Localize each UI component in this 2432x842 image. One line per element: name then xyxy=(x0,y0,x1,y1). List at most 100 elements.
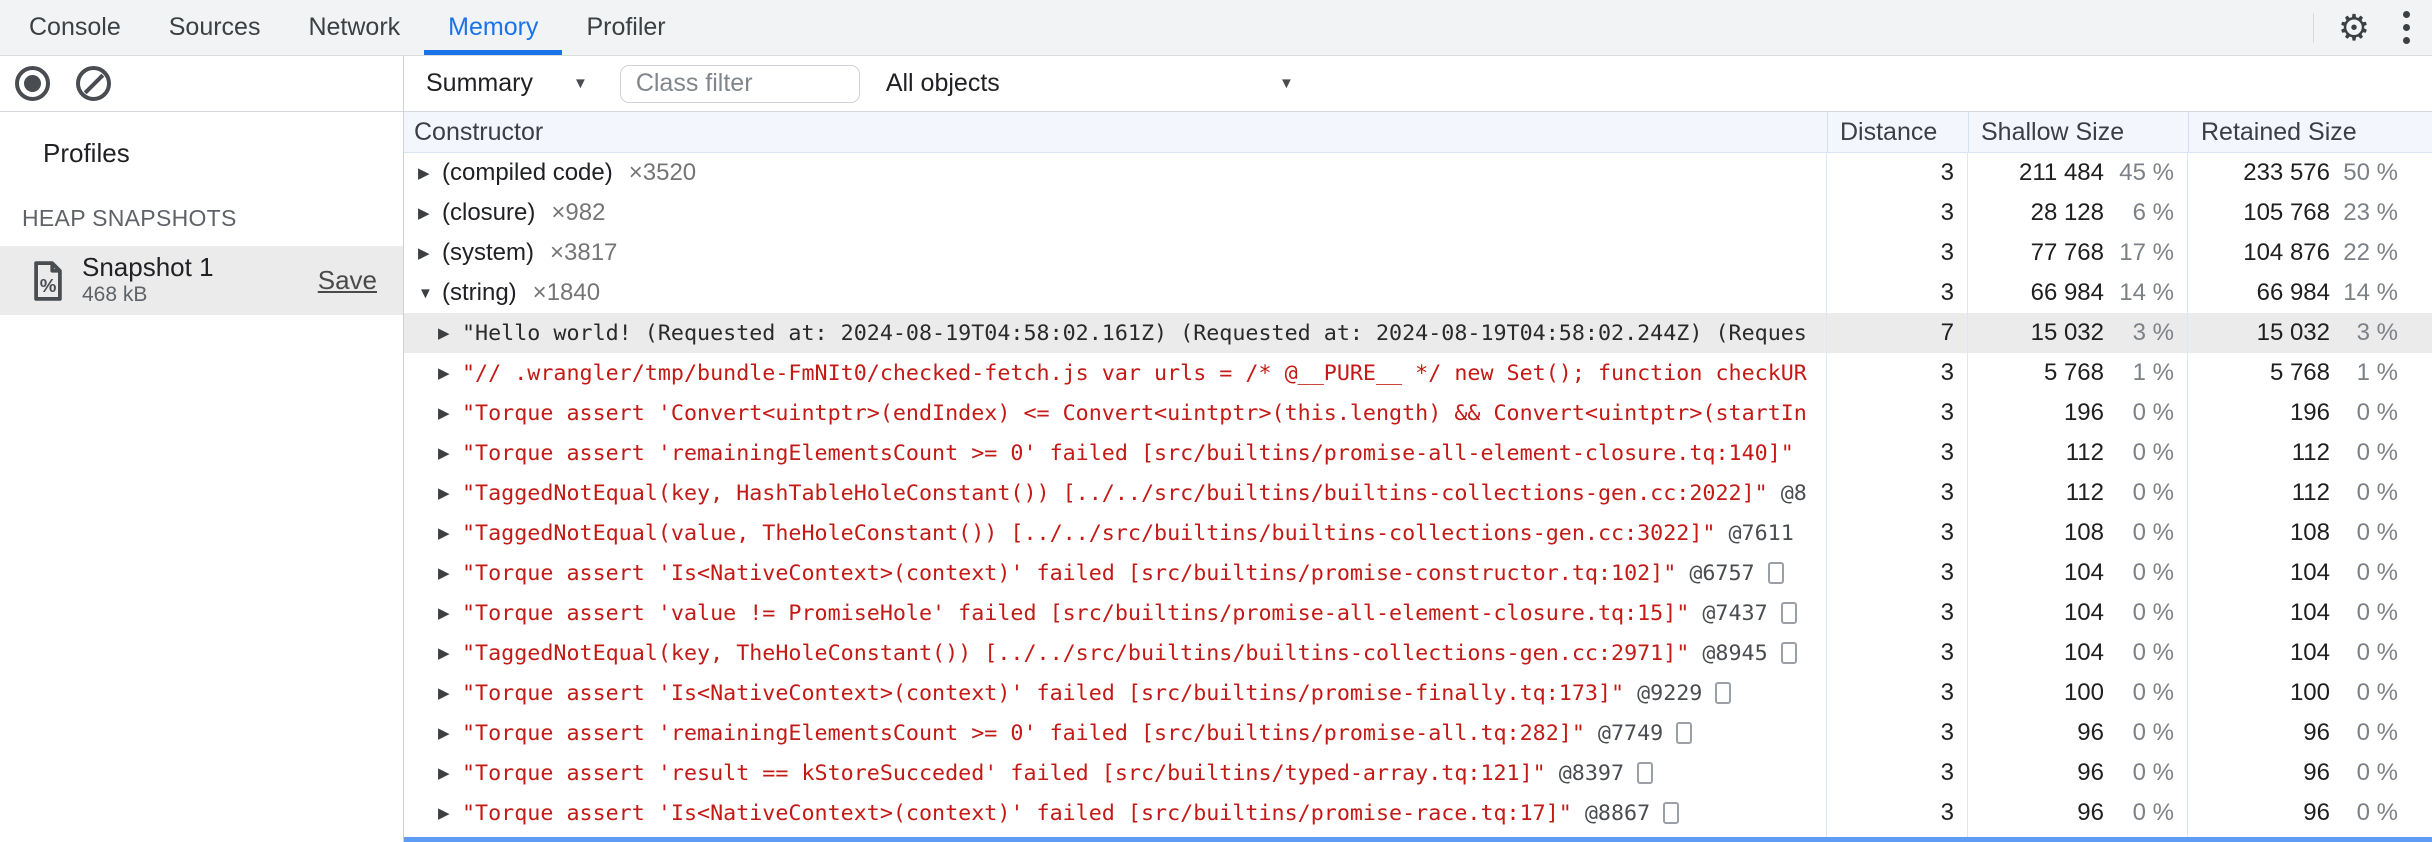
table-row[interactable]: ▶ "Torque assert 'remainingElementsCount… xyxy=(404,433,2432,473)
string-value: "TaggedNotEqual(key, HashTableHoleConsta… xyxy=(462,480,1768,506)
table-row[interactable]: ▶ (compiled code) ×3520 3 211 484 45 % 2… xyxy=(404,153,2432,193)
main-row: Profiles HEAP SNAPSHOTS % Snapshot 1 468… xyxy=(0,56,2432,842)
shallow-size-percent: 3 % xyxy=(2132,319,2174,346)
table-row[interactable]: ▶ "Hello world! (Requested at: 2024-08-1… xyxy=(404,313,2432,353)
distance-value: 3 xyxy=(1940,239,1954,266)
snapshot-title: Snapshot 1 xyxy=(82,252,214,283)
retained-size-percent: 0 % xyxy=(2356,679,2398,706)
shallow-size-cell: 77 768 17 % xyxy=(1968,233,2188,273)
table-row[interactable]: ▶ "TaggedNotEqual(key, TheHoleConstant()… xyxy=(404,633,2432,673)
expand-arrow-icon[interactable]: ▶ xyxy=(438,444,462,462)
shallow-size-percent: 0 % xyxy=(2132,559,2174,586)
constructor-cell: ▶ "Hello world! (Requested at: 2024-08-1… xyxy=(404,313,1827,353)
perspective-select-value: Summary xyxy=(426,69,533,97)
tab-profiler[interactable]: Profiler xyxy=(562,0,689,55)
object-box-icon xyxy=(1676,722,1693,744)
retained-size-value: 15 032 xyxy=(2256,319,2330,346)
table-row[interactable]: ▶ "TaggedNotEqual(value, TheHoleConstant… xyxy=(404,513,2432,553)
clear-profiles-icon[interactable] xyxy=(76,66,111,101)
instance-count: ×1840 xyxy=(532,279,601,306)
shallow-size-percent: 0 % xyxy=(2132,519,2174,546)
distance-cell: 3 xyxy=(1827,753,1968,793)
expand-arrow-icon[interactable]: ▶ xyxy=(438,484,462,502)
distance-cell: 3 xyxy=(1827,233,1968,273)
save-snapshot-link[interactable]: Save xyxy=(318,265,377,296)
retained-size-cell: 96 0 % xyxy=(2188,713,2432,753)
expand-arrow-icon[interactable]: ▼ xyxy=(418,285,442,302)
table-row[interactable]: ▶ "Torque assert 'Is<NativeContext>(cont… xyxy=(404,553,2432,593)
snapshot-item[interactable]: % Snapshot 1 468 kB Save xyxy=(0,246,403,315)
more-options-button[interactable] xyxy=(2380,0,2432,55)
expand-arrow-icon[interactable]: ▶ xyxy=(438,324,462,342)
object-id: @8 xyxy=(1780,480,1807,506)
column-header-shallow-size[interactable]: Shallow Size xyxy=(1968,112,2188,152)
retained-size-value: 104 xyxy=(2289,559,2330,586)
column-header-distance[interactable]: Distance xyxy=(1827,112,1968,152)
tab-network[interactable]: Network xyxy=(284,0,424,55)
expand-arrow-icon[interactable]: ▶ xyxy=(438,524,462,542)
tab-sources[interactable]: Sources xyxy=(145,0,285,55)
string-value: "Torque assert 'Is<NativeContext>(contex… xyxy=(462,680,1625,706)
retained-size-value: 104 xyxy=(2289,599,2330,626)
expand-arrow-icon[interactable]: ▶ xyxy=(438,724,462,742)
distance-cell: 3 xyxy=(1827,633,1968,673)
retained-size-percent: 14 % xyxy=(2343,279,2398,306)
expand-arrow-icon[interactable]: ▶ xyxy=(418,244,442,262)
class-filter-input[interactable] xyxy=(619,64,860,103)
constructor-cell: ▶ "Torque assert 'remainingElementsCount… xyxy=(404,433,1827,473)
shallow-size-percent: 0 % xyxy=(2132,439,2174,466)
shallow-size-value: 96 xyxy=(2077,719,2104,746)
perspective-select[interactable]: Summary ▼ xyxy=(426,69,588,98)
record-heap-snapshot-icon[interactable] xyxy=(15,66,50,101)
table-row[interactable]: ▶ "Torque assert 'remainingElementsCount… xyxy=(404,713,2432,753)
table-row[interactable]: ▼ (string) ×1840 3 66 984 14 % 66 984 14… xyxy=(404,273,2432,313)
objects-filter-select[interactable]: All objects ▼ xyxy=(886,69,1294,98)
table-row[interactable]: ▶ "// .wrangler/tmp/bundle-FmNIt0/checke… xyxy=(404,353,2432,393)
table-row[interactable]: ▶ (closure) ×982 3 28 128 6 % 105 768 23… xyxy=(404,193,2432,233)
column-header-retained-size[interactable]: Retained Size xyxy=(2188,112,2432,152)
distance-cell: 3 xyxy=(1827,793,1968,833)
expand-arrow-icon[interactable]: ▶ xyxy=(418,164,442,182)
retained-size-cell: 15 032 3 % xyxy=(2188,313,2432,353)
table-row[interactable]: ▶ "Torque assert 'value != PromiseHole' … xyxy=(404,593,2432,633)
tab-memory[interactable]: Memory xyxy=(424,0,563,55)
string-value: "Hello world! (Requested at: 2024-08-19T… xyxy=(462,320,1807,346)
object-id: @7437 xyxy=(1702,600,1768,626)
expand-arrow-icon[interactable]: ▶ xyxy=(438,404,462,422)
devtools-window: Console Sources Network Memory Profiler … xyxy=(0,0,2432,842)
expand-arrow-icon[interactable]: ▶ xyxy=(438,564,462,582)
column-header-constructor[interactable]: Constructor xyxy=(404,112,1827,152)
shallow-size-cell: 112 0 % xyxy=(1968,433,2188,473)
object-box-icon xyxy=(1637,762,1654,784)
table-row[interactable]: ▶ "Torque assert 'Is<NativeContext>(cont… xyxy=(404,793,2432,833)
distance-value: 7 xyxy=(1940,319,1954,346)
retained-size-cell: 104 0 % xyxy=(2188,633,2432,673)
expand-arrow-icon[interactable]: ▶ xyxy=(438,764,462,782)
table-row[interactable]: ▶ "Torque assert 'Is<NativeContext>(cont… xyxy=(404,673,2432,713)
string-value: "Torque assert 'remainingElementsCount >… xyxy=(462,440,1794,466)
expand-arrow-icon[interactable]: ▶ xyxy=(438,604,462,622)
tab-console[interactable]: Console xyxy=(5,0,145,55)
constructor-cell: ▶ "TaggedNotEqual(value, TheHoleConstant… xyxy=(404,513,1827,553)
profiles-title: Profiles xyxy=(43,138,130,168)
expand-arrow-icon[interactable]: ▶ xyxy=(438,804,462,822)
retained-size-percent: 0 % xyxy=(2356,799,2398,826)
expand-arrow-icon[interactable]: ▶ xyxy=(418,204,442,222)
retained-size-value: 96 xyxy=(2303,759,2330,786)
table-row[interactable]: ▶ "Torque assert 'Convert<uintptr>(endIn… xyxy=(404,393,2432,433)
table-row[interactable]: ▶ (system) ×3817 3 77 768 17 % 104 876 2… xyxy=(404,233,2432,273)
distance-value: 3 xyxy=(1940,719,1954,746)
distance-cell: 3 xyxy=(1827,513,1968,553)
distance-cell: 3 xyxy=(1827,193,1968,233)
expand-arrow-icon[interactable]: ▶ xyxy=(438,644,462,662)
table-row[interactable]: ▶ "Torque assert 'result == kStoreSucced… xyxy=(404,753,2432,793)
settings-button[interactable]: ⚙ xyxy=(2328,0,2380,55)
expand-arrow-icon[interactable]: ▶ xyxy=(438,364,462,382)
string-value: "Torque assert 'Is<NativeContext>(contex… xyxy=(462,800,1572,826)
expand-arrow-icon[interactable]: ▶ xyxy=(438,684,462,702)
table-row[interactable]: ▶ "TaggedNotEqual(key, HashTableHoleCons… xyxy=(404,473,2432,513)
object-box-icon xyxy=(1780,642,1797,664)
retained-size-value: 233 576 xyxy=(2243,159,2330,186)
distance-value: 3 xyxy=(1940,479,1954,506)
chevron-down-icon: ▼ xyxy=(572,75,588,92)
